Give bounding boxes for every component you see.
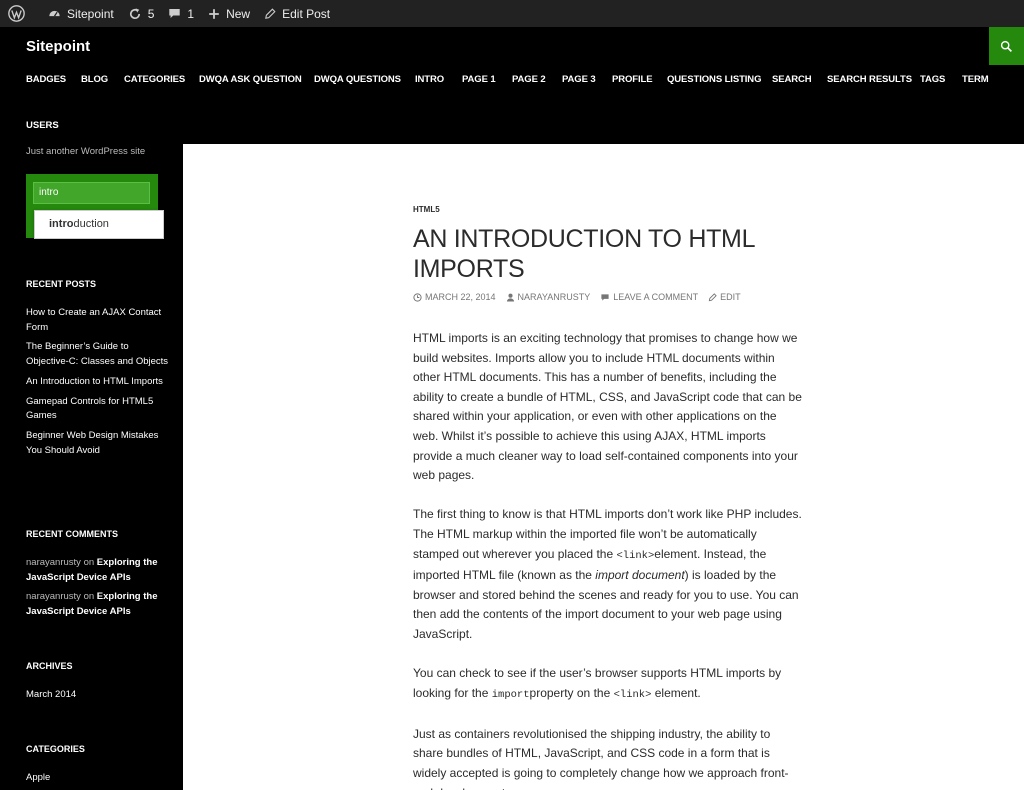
text-run: element. bbox=[651, 685, 701, 700]
archive-link[interactable]: March 2014 bbox=[26, 688, 171, 703]
post-date-link[interactable]: MARCH 22, 2014 bbox=[413, 292, 496, 302]
updates-link[interactable]: 5 bbox=[121, 0, 162, 27]
archives-title: ARCHIVES bbox=[26, 661, 73, 671]
nav-item-search[interactable]: SEARCH bbox=[772, 74, 812, 85]
comments-link[interactable]: 1 bbox=[161, 0, 201, 27]
recent-comment: narayanrusty on Exploring the JavaScript… bbox=[26, 590, 171, 619]
recent-post-link[interactable]: An Introduction to HTML Imports bbox=[26, 375, 171, 390]
nav-item-term[interactable]: TERM bbox=[962, 74, 989, 85]
nav-item-questions-listing[interactable]: QUESTIONS LISTING bbox=[667, 74, 761, 85]
archives-list: March 2014 bbox=[26, 688, 171, 708]
edit-link[interactable]: EDIT bbox=[708, 292, 741, 302]
leave-comment-link[interactable]: LEAVE A COMMENT bbox=[600, 292, 698, 302]
post-meta: MARCH 22, 2014 NARAYANRUSTY LEAVE A COMM… bbox=[413, 292, 751, 302]
updates-count: 5 bbox=[147, 6, 155, 21]
admin-site-name: Sitepoint bbox=[67, 6, 114, 21]
leave-comment-label: LEAVE A COMMENT bbox=[613, 292, 699, 302]
post-title: AN INTRODUCTION TO HTML IMPORTS bbox=[413, 225, 755, 283]
comment-on-text: on bbox=[83, 557, 95, 568]
comment-author-link[interactable]: narayanrusty bbox=[26, 591, 81, 602]
post-paragraph: HTML imports is an exciting technology t… bbox=[413, 331, 802, 483]
pencil-icon bbox=[265, 7, 276, 19]
wordpress-logo-icon[interactable] bbox=[0, 0, 41, 27]
autocomplete-match: intro bbox=[49, 218, 74, 230]
post-body: HTML imports is an exciting technology t… bbox=[413, 329, 803, 790]
comment-bubble-icon bbox=[169, 8, 181, 19]
nav-item-search-results[interactable]: SEARCH RESULTS bbox=[827, 74, 912, 85]
text-run: property on the bbox=[529, 685, 614, 700]
post-author-link[interactable]: NARAYANRUSTY bbox=[506, 292, 591, 302]
search-input[interactable]: intro bbox=[33, 182, 150, 204]
nav-item-dwqa-questions[interactable]: DWQA QUESTIONS bbox=[314, 74, 401, 85]
inline-code: import bbox=[491, 688, 530, 701]
post-paragraph: The first thing to know is that HTML imp… bbox=[413, 505, 803, 644]
inline-code: <link> bbox=[616, 549, 655, 562]
autocomplete-rest: duction bbox=[73, 218, 109, 230]
nav-item-dwqa-ask-question[interactable]: DWQA ASK QUESTION bbox=[199, 74, 302, 85]
edit-post-label: Edit Post bbox=[282, 6, 331, 21]
recent-post-link[interactable]: Gamepad Controls for HTML5 Games bbox=[26, 395, 171, 424]
comment-bubble-icon bbox=[601, 293, 609, 301]
nav-item-categories[interactable]: CATEGORIES bbox=[124, 74, 185, 85]
recent-post-link[interactable]: How to Create an AJAX Contact Form bbox=[26, 306, 171, 335]
post-paragraph: Just as containers revolutionised the sh… bbox=[413, 726, 789, 790]
admin-site-link[interactable]: Sitepoint bbox=[41, 0, 121, 27]
nav-item-page-1[interactable]: PAGE 1 bbox=[462, 74, 496, 85]
search-toggle-button[interactable] bbox=[989, 27, 1024, 65]
comment-on-text: on bbox=[83, 591, 95, 603]
edit-post-link[interactable]: Edit Post bbox=[257, 0, 337, 27]
post-author: NARAYANRUSTY bbox=[517, 292, 591, 302]
nav-item-intro[interactable]: INTRO bbox=[415, 74, 444, 85]
nav-item-blog[interactable]: BLOG bbox=[81, 74, 108, 85]
nav-item-tags[interactable]: TAGS bbox=[920, 74, 945, 85]
nav-item-page-3[interactable]: PAGE 3 bbox=[562, 74, 596, 85]
dashboard-icon bbox=[49, 10, 60, 17]
updates-icon bbox=[129, 7, 140, 19]
new-content-link[interactable]: New bbox=[201, 0, 257, 27]
admin-bar: Sitepoint 5 1 New Edit Post bbox=[0, 0, 1024, 27]
inline-code: <link> bbox=[613, 688, 652, 701]
categories-list: Apple bbox=[26, 771, 171, 790]
categories-title: CATEGORIES bbox=[26, 744, 85, 754]
primary-navigation: BADGES BLOG CATEGORIES DWQA ASK QUESTION… bbox=[16, 74, 1006, 96]
post-paragraph: You can check to see if the user’s brows… bbox=[413, 664, 803, 705]
recent-post-link[interactable]: The Beginner’s Guide to Objective-C: Cla… bbox=[26, 340, 171, 369]
recent-comments-title: RECENT COMMENTS bbox=[26, 529, 118, 539]
site-title[interactable]: Sitepoint bbox=[26, 38, 90, 55]
new-label: New bbox=[226, 6, 251, 21]
nav-item-profile[interactable]: PROFILE bbox=[612, 74, 653, 85]
pencil-icon bbox=[708, 292, 717, 301]
post-category-link[interactable]: HTML5 bbox=[413, 205, 440, 214]
plus-icon bbox=[209, 8, 219, 19]
nav-item-users[interactable]: USERS bbox=[26, 120, 59, 131]
nav-item-page-2[interactable]: PAGE 2 bbox=[512, 74, 546, 85]
sidebar: Just another WordPress site intro introd… bbox=[0, 144, 183, 790]
site-tagline: Just another WordPress site bbox=[26, 146, 146, 157]
recent-posts-title: RECENT POSTS bbox=[26, 279, 97, 289]
nav-item-badges[interactable]: BADGES bbox=[26, 74, 66, 85]
post-date: MARCH 22, 2014 bbox=[425, 292, 496, 302]
edit-label: EDIT bbox=[720, 292, 741, 302]
emphasis-text: import document bbox=[595, 568, 685, 583]
recent-posts-list: How to Create an AJAX Contact Form The B… bbox=[26, 306, 171, 463]
autocomplete-suggestion[interactable]: introduction bbox=[34, 210, 164, 239]
comment-author-link[interactable]: narayanrusty bbox=[26, 557, 81, 568]
search-icon bbox=[1000, 40, 1012, 52]
recent-post-link[interactable]: Beginner Web Design Mistakes You Should … bbox=[26, 429, 171, 458]
comments-count: 1 bbox=[187, 6, 195, 21]
user-icon bbox=[506, 293, 514, 302]
recent-comments-list: narayanrusty on Exploring the JavaScript… bbox=[26, 556, 171, 625]
clock-icon bbox=[413, 292, 422, 302]
site-header: Sitepoint BADGES BLOG CATEGORIES DWQA AS… bbox=[0, 27, 1024, 144]
category-link[interactable]: Apple bbox=[26, 771, 171, 786]
recent-comment: narayanrusty on Exploring the JavaScript… bbox=[26, 556, 171, 585]
